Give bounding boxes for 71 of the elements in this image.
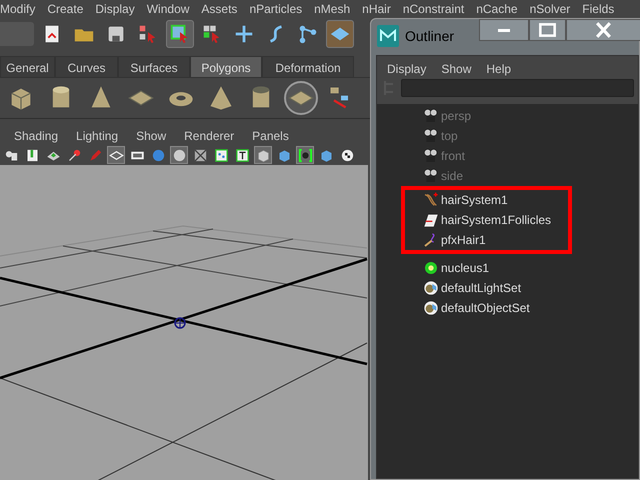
outliner-item[interactable]: side [441,167,464,185]
menu-item[interactable]: Help [486,60,512,74]
origin-icon [174,317,186,329]
menu-item[interactable]: Display [387,60,426,74]
plus-icon [233,23,255,45]
minimize-icon [498,28,510,32]
menu-item[interactable]: nMesh [314,0,350,18]
menu-item[interactable]: Panels [252,127,289,145]
minimize-button[interactable] [479,19,529,41]
outliner-item[interactable]: hairSystem1 [441,191,508,209]
menu-item[interactable]: Fields [582,0,614,18]
outliner-item[interactable]: hairSystem1Follicles [441,211,552,229]
shelf-tab[interactable]: Polygons [190,56,262,77]
close-button[interactable] [566,19,640,41]
checker-icon [192,148,208,162]
app-logo-icon [377,25,399,47]
outliner-item[interactable]: front [441,147,466,165]
window-title: Outliner [405,26,454,46]
set-icon [423,280,439,296]
menu-item[interactable]: nSolver [530,0,570,18]
camera-icon [423,168,439,184]
outliner-item[interactable]: defaultObjectSet [441,299,530,317]
shelf-tab[interactable]: Surfaces [118,56,190,77]
menu-item[interactable]: nParticles [249,0,302,18]
follicle-icon [423,212,439,228]
circle-icon [172,148,186,162]
menu-item[interactable]: Assets [201,0,238,18]
shelf-tab[interactable]: Deformation [262,56,354,77]
menu-item[interactable]: Window [146,0,190,18]
menu-item[interactable]: Renderer [184,127,234,145]
shelf-tab[interactable]: General [0,56,55,77]
lights-icon [214,148,228,162]
hair-icon [423,192,439,208]
menu-item[interactable]: Modify [0,0,36,18]
camera-icon [423,128,439,144]
outliner-item[interactable]: persp [441,107,472,125]
menu-item[interactable]: Lighting [76,127,118,145]
menu-item[interactable]: Show [441,60,472,74]
toolbar-button[interactable] [296,146,314,164]
filter-field[interactable] [401,79,634,97]
bracket-icon [298,148,312,162]
maximize-icon [539,23,556,37]
pencil-icon [88,148,102,162]
menu-item[interactable]: Shading [14,127,58,145]
camera-icon [423,148,439,164]
set-icon [423,300,439,316]
menu-item[interactable]: Create [47,0,84,18]
close-icon [596,22,611,38]
cube-icon [318,148,334,162]
menu-item[interactable]: nCache [476,0,518,18]
menu-item[interactable]: nHair [362,0,391,18]
cube-icon [256,148,270,162]
shelf-tab[interactable]: Curves [55,56,118,77]
cube-icon [276,148,292,162]
text-icon [234,148,250,162]
menu-item[interactable]: Show [136,127,166,145]
nodes-icon [297,23,319,45]
nucleus-icon [423,260,439,276]
menu-item[interactable]: nConstraint [402,0,464,18]
menu-item[interactable]: Display [95,0,135,18]
camera-icon [423,108,439,124]
bookmark-icon [24,148,40,162]
outliner-item[interactable]: nucleus1 [441,259,490,277]
outliner-item[interactable]: top [441,127,458,145]
pick-icon [66,148,82,162]
maximize-button[interactable] [529,19,566,41]
sphere-icon [150,148,166,162]
checker-icon [340,148,354,162]
shelf-button[interactable] [284,81,318,115]
outliner-item[interactable]: defaultLightSet [441,279,522,297]
outliner-item[interactable]: pfxHair1 [441,231,486,249]
